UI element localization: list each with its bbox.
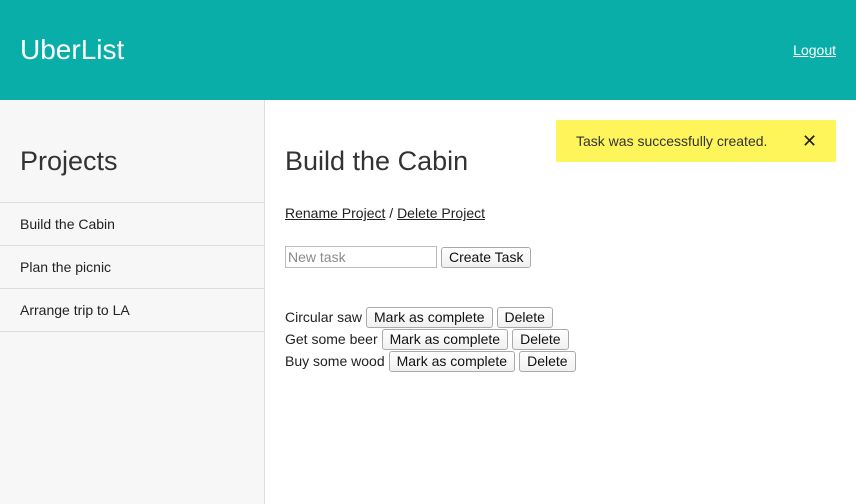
logout-link[interactable]: Logout <box>793 42 836 58</box>
sidebar: Projects Build the Cabin Plan the picnic… <box>0 100 265 504</box>
mark-complete-button[interactable]: Mark as complete <box>381 328 509 350</box>
project-actions: Rename Project / Delete Project <box>285 205 485 221</box>
page-title: Build the Cabin <box>285 146 469 176</box>
delete-task-button[interactable]: Delete <box>496 306 553 328</box>
project-item-build-the-cabin[interactable]: Build the Cabin <box>0 203 264 246</box>
task-name: Circular saw <box>285 309 363 325</box>
task-row: Get some beer Mark as complete Delete <box>285 328 580 350</box>
delete-task-button[interactable]: Delete <box>512 328 569 350</box>
delete-task-button[interactable]: Delete <box>519 350 576 372</box>
project-list: Build the Cabin Plan the picnic Arrange … <box>0 202 264 332</box>
task-name: Get some beer <box>285 331 378 347</box>
close-icon[interactable]: ✕ <box>802 131 817 151</box>
project-item-arrange-trip-to-la[interactable]: Arrange trip to LA <box>0 289 264 332</box>
task-list: Circular saw Mark as complete Delete Get… <box>285 306 580 372</box>
rename-project-link[interactable]: Rename Project <box>285 205 385 221</box>
mark-complete-button[interactable]: Mark as complete <box>388 350 516 372</box>
app-brand[interactable]: UberList <box>20 33 124 67</box>
project-item-plan-the-picnic[interactable]: Plan the picnic <box>0 246 264 289</box>
create-task-button[interactable]: Create Task <box>441 246 532 268</box>
flash-message: Task was successfully created. <box>576 133 768 149</box>
task-name: Buy some wood <box>285 353 385 369</box>
actions-separator: / <box>389 205 394 221</box>
flash-notification: Task was successfully created. ✕ <box>556 120 836 162</box>
task-row: Buy some wood Mark as complete Delete <box>285 350 580 372</box>
new-task-form: Create Task <box>285 246 532 268</box>
sidebar-title: Projects <box>20 146 118 176</box>
task-row: Circular saw Mark as complete Delete <box>285 306 580 328</box>
delete-project-link[interactable]: Delete Project <box>397 205 485 221</box>
top-bar: UberList Logout <box>0 0 856 100</box>
mark-complete-button[interactable]: Mark as complete <box>366 306 493 328</box>
new-task-input[interactable] <box>285 246 437 268</box>
